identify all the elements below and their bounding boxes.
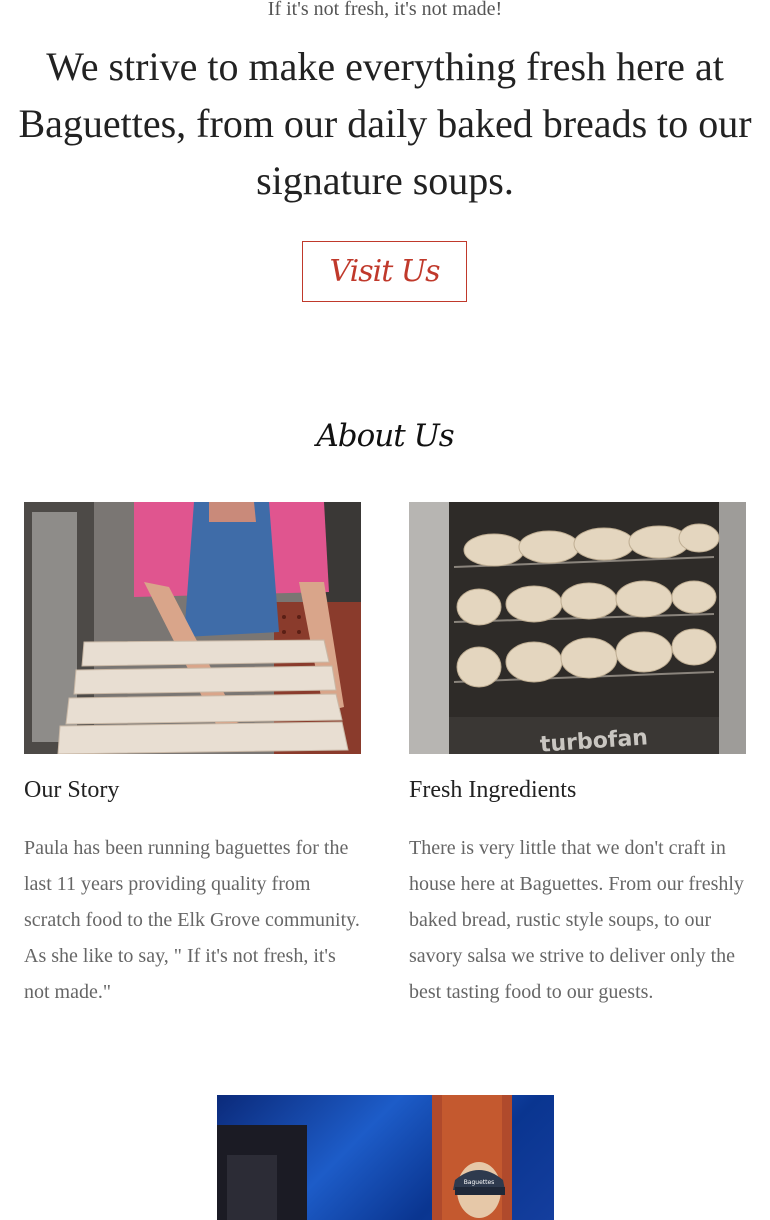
our-story-paragraph-1: Paula has been running baguettes for the… — [24, 837, 360, 931]
hero-headline: We strive to make everything fresh here … — [18, 44, 752, 203]
fresh-ingredients-heading: Fresh Ingredients — [409, 777, 577, 803]
baker-shaping-dough-photo — [24, 502, 361, 754]
our-story-text: Paula has been running baguettes for the… — [24, 830, 364, 1010]
tagline: If it's not fresh, it's not made! — [267, 0, 503, 20]
fresh-ingredients-text: There is very little that we don't craft… — [409, 830, 749, 1010]
our-story-paragraph-2: As she like to say, " If it's not fresh,… — [24, 945, 336, 1003]
our-story-heading: Our Story — [24, 777, 120, 803]
fresh-ingredients-paragraph-1: There is very little that we don't craft… — [409, 837, 744, 1003]
visit-us-button[interactable]: Visit Us — [302, 241, 467, 302]
team-photo: Baguettes — [217, 1095, 554, 1220]
about-us-title: About Us — [316, 418, 454, 454]
oven-loaves-photo: turbofan — [409, 502, 746, 754]
cap-logo-text: Baguettes — [464, 1179, 495, 1186]
